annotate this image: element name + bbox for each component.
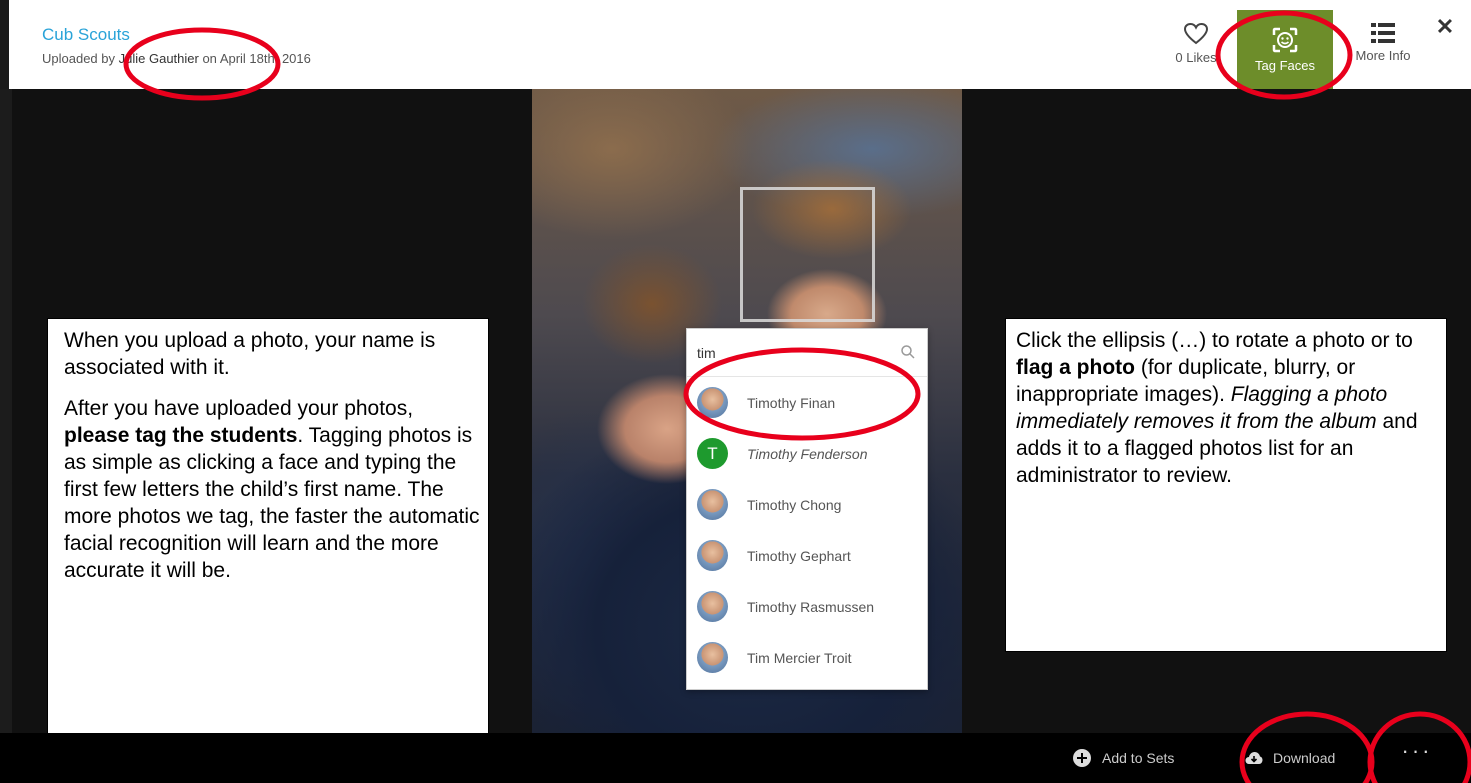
tag-result-name: Timothy Finan bbox=[747, 394, 836, 411]
photo-footer-bar: Add to Sets Download ··· bbox=[0, 733, 1471, 783]
tag-search-dropdown: Timothy Finan T Timothy Fenderson Timothy C… bbox=[686, 328, 928, 690]
instruction-callout-right: Click the ellipsis (…) to rotate a photo… bbox=[1005, 318, 1447, 652]
tag-result-item[interactable]: Timothy Rasmussen bbox=[687, 581, 927, 632]
tag-search-bar bbox=[687, 329, 927, 377]
header-edge bbox=[0, 0, 9, 89]
tag-result-name: Timothy Gephart bbox=[747, 547, 851, 564]
callout-left-text-a: After you have uploaded your photos, bbox=[64, 397, 414, 420]
uploader-name[interactable]: Julie Gauthier bbox=[119, 51, 199, 66]
tag-result-name: Timothy Fenderson bbox=[747, 445, 868, 462]
callout-left-paragraph-1: When you upload a photo, your name is as… bbox=[64, 329, 436, 379]
more-info-label: More Info bbox=[1355, 48, 1411, 63]
instruction-callout-left: When you upload a photo, your name is as… bbox=[47, 318, 489, 734]
avatar bbox=[697, 642, 728, 673]
face-tag-box[interactable] bbox=[740, 187, 875, 322]
tag-result-item[interactable]: Timothy Gephart bbox=[687, 530, 927, 581]
ellipsis-icon[interactable]: ··· bbox=[1392, 733, 1442, 783]
more-info-button[interactable]: More Info bbox=[1347, 22, 1419, 82]
callout-left-bold: please tag the students bbox=[64, 424, 298, 447]
likes-button[interactable]: 0 Likes bbox=[1172, 22, 1220, 82]
tag-results-list: Timothy Finan T Timothy Fenderson Timothy C… bbox=[687, 377, 927, 683]
add-to-sets-label: Add to Sets bbox=[1102, 750, 1175, 766]
search-icon bbox=[901, 345, 915, 359]
tag-result-name: Timothy Chong bbox=[747, 496, 842, 513]
tag-result-item[interactable]: T Timothy Fenderson bbox=[687, 428, 927, 479]
callout-left-paragraph-2: After you have uploaded your photos, ple… bbox=[64, 395, 480, 584]
tag-search-input[interactable] bbox=[697, 342, 897, 364]
download-button[interactable]: Download bbox=[1245, 733, 1335, 783]
plus-circle-icon bbox=[1073, 749, 1091, 767]
uploaded-prefix: Uploaded by bbox=[42, 51, 119, 66]
heart-icon bbox=[1183, 22, 1209, 45]
avatar: T bbox=[697, 438, 728, 469]
background-strip bbox=[0, 89, 12, 733]
tag-result-name: Timothy Rasmussen bbox=[747, 598, 875, 615]
tag-result-item[interactable]: Timothy Finan bbox=[687, 377, 927, 428]
uploaded-mid: on bbox=[198, 51, 220, 66]
tag-result-name: Tim Mercier Troit bbox=[747, 649, 852, 666]
header-bar: Cub Scouts Uploaded by Julie Gauthier on… bbox=[0, 0, 1471, 89]
uploaded-by-line: Uploaded by Julie Gauthier on April 18th… bbox=[42, 51, 311, 66]
tag-faces-button[interactable]: Tag Faces bbox=[1237, 10, 1333, 89]
likes-count-label: 0 Likes bbox=[1175, 50, 1217, 65]
avatar bbox=[697, 591, 728, 622]
close-icon[interactable]: ✕ bbox=[1434, 16, 1456, 38]
album-title-link[interactable]: Cub Scouts bbox=[42, 25, 130, 45]
callout-right-text-a: Click the ellipsis (…) to rotate a photo… bbox=[1016, 329, 1413, 352]
avatar bbox=[697, 489, 728, 520]
download-cloud-icon bbox=[1245, 752, 1263, 764]
callout-left-text-b: . Tagging photos is as simple as clickin… bbox=[64, 424, 480, 582]
face-scan-icon bbox=[1272, 27, 1298, 53]
avatar bbox=[697, 387, 728, 418]
avatar bbox=[697, 540, 728, 571]
tag-result-item[interactable]: Timothy Chong bbox=[687, 479, 927, 530]
tag-faces-label: Tag Faces bbox=[1255, 58, 1315, 73]
upload-date: April 18th, 2016 bbox=[219, 51, 311, 66]
add-to-sets-button[interactable]: Add to Sets bbox=[1072, 733, 1174, 783]
list-icon bbox=[1371, 23, 1395, 43]
download-label: Download bbox=[1273, 750, 1336, 766]
callout-right-bold: flag a photo bbox=[1016, 356, 1135, 379]
tag-result-item[interactable]: Tim Mercier Troit bbox=[687, 632, 927, 683]
